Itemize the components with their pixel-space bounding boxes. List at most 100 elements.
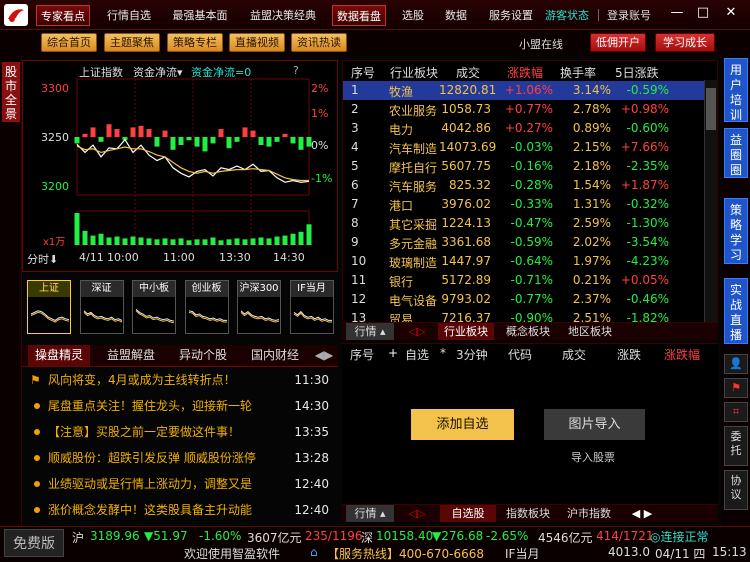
table-row[interactable]: 8 其它采掘 1224.13 -0.47% 2.59% -1.30% xyxy=(343,214,705,233)
market-overview-tab[interactable]: 股市全景 xyxy=(2,62,20,122)
entrust-button[interactable]: 委托 xyxy=(724,426,748,466)
table-row[interactable]: 11 银行 5172.89 -0.71% 0.21% +0.05% xyxy=(343,271,705,290)
col-sector[interactable]: 行业板块 xyxy=(390,64,438,81)
row-change: -0.77% xyxy=(510,292,553,306)
league-online[interactable]: 小盟在线 xyxy=(519,36,563,52)
col-5day[interactable]: 5日涨跌 xyxy=(615,64,659,81)
menu-stock-picker[interactable]: 选股 xyxy=(394,5,432,26)
home-icon[interactable]: ⌂ xyxy=(310,545,318,559)
price-chart-svg xyxy=(74,78,312,246)
connection-status[interactable]: ◎连接正常 xyxy=(650,528,709,545)
news-item[interactable]: 尾盘重点关注！握住龙头，迎接新一轮 14:30 xyxy=(30,393,335,419)
col-turnover[interactable]: 换手率 xyxy=(560,64,596,81)
table-row[interactable]: 5 摩托自行 5607.75 -0.16% 2.18% -2.35% xyxy=(343,157,705,176)
free-version-badge[interactable]: 免费版 xyxy=(4,529,64,557)
tab-quotes[interactable]: 行情 ▴ xyxy=(346,323,394,340)
close-icon[interactable]: ✕ xyxy=(720,4,742,23)
table-row[interactable]: 1 牧渔 12820.81 +1.06% 3.14% -0.59% xyxy=(343,81,705,100)
news-item[interactable]: 【注意】买股之前一定要做这件事！ 13:35 xyxy=(30,419,335,445)
learn-grow-button[interactable]: 学习成长 xyxy=(655,33,715,52)
thumb-index[interactable]: 深证 xyxy=(79,280,124,334)
watch-tab-my-stocks[interactable]: 自选股 xyxy=(440,505,496,522)
watch-col-no[interactable]: 序号 xyxy=(350,346,374,363)
toolbar-strategy[interactable]: 策略专栏 xyxy=(167,33,223,52)
tab-market-review[interactable]: 益盟解盘 xyxy=(100,345,162,366)
watch-scroll-arrows[interactable]: ◀ ▶ xyxy=(622,505,662,522)
news-item[interactable]: 顺威股份：超跌引发反弹 顺威股份涨停 13:28 xyxy=(30,445,335,471)
watch-tab-sh-index[interactable]: 沪市指数 xyxy=(562,505,616,522)
tab-trading-genie[interactable]: 操盘精灵 xyxy=(28,345,90,366)
col-volume[interactable]: 成交 xyxy=(456,64,480,81)
table-row[interactable]: 7 港口 3976.02 -0.33% 1.31% -0.32% xyxy=(343,195,705,214)
watch-col-3min[interactable]: 3分钟 xyxy=(456,346,488,363)
thumb-index[interactable]: 创业板 xyxy=(184,280,229,334)
table-row[interactable]: 6 汽车服务 825.32 -0.28% 1.54% +1.87% xyxy=(343,176,705,195)
login-link[interactable]: 登录账号 xyxy=(604,5,654,26)
row-sector: 电力 xyxy=(389,123,414,137)
period-selector[interactable]: 分时⬇ xyxy=(27,251,58,267)
col-no[interactable]: 序号 xyxy=(351,64,375,81)
table-row[interactable]: 9 多元金融 3361.68 -0.59% 2.02% -3.54% xyxy=(343,233,705,252)
tab-user-training[interactable]: 用户培训 xyxy=(724,58,748,122)
open-account-button[interactable]: 低佣开户 xyxy=(590,33,646,52)
tab-concept[interactable]: 概念板块 xyxy=(500,323,556,340)
tab-scroll-arrows[interactable]: ◀▶ xyxy=(312,345,336,366)
watch-col-change-pct[interactable]: 涨跌幅 xyxy=(664,346,700,363)
minimize-icon[interactable]: — xyxy=(666,4,688,23)
menu-fundamentals[interactable]: 最强基本面 xyxy=(166,5,234,26)
tab-region[interactable]: 地区板块 xyxy=(562,323,618,340)
nav-arrows[interactable]: ◁▷ xyxy=(398,323,436,340)
watch-tab-index[interactable]: 指数板块 xyxy=(499,505,557,522)
watch-col-volume[interactable]: 成交 xyxy=(562,346,586,363)
image-import-button[interactable]: 图片导入 xyxy=(544,409,645,440)
watch-col-self[interactable]: 自选 xyxy=(405,346,429,363)
menu-decision-classic[interactable]: 益盟决策经典 xyxy=(242,5,324,26)
tab-yiquan[interactable]: 益圈圈 xyxy=(724,128,748,178)
table-row[interactable]: 2 农业服务 1058.73 +0.77% 2.78% +0.98% xyxy=(343,100,705,119)
crop-icon[interactable]: ⌗ xyxy=(724,402,748,422)
tab-strategy-learn[interactable]: 策略学习 xyxy=(724,198,748,264)
toolbar-themes[interactable]: 主题聚焦 xyxy=(104,33,160,52)
watch-nav-arrows[interactable]: ◁▷ xyxy=(398,505,436,522)
toolbar-home[interactable]: 综合首页 xyxy=(41,33,97,52)
guest-status[interactable]: 游客状态 xyxy=(542,5,592,26)
tab-active-stocks[interactable]: 异动个股 xyxy=(172,345,234,366)
news-item[interactable]: ⚑ 风向将变，4月或成为主线转折点！ 11:30 xyxy=(30,367,335,393)
maximize-icon[interactable]: □ xyxy=(692,4,714,23)
menu-expert-view[interactable]: 专家看点 xyxy=(36,5,90,26)
table-row[interactable]: 3 电力 4042.86 +0.27% 0.89% -0.60% xyxy=(343,119,705,138)
menu-quotes[interactable]: 行情自选 xyxy=(100,5,158,26)
news-item[interactable]: 涨价概念发酵中！这类股具备主升动能 12:40 xyxy=(30,497,335,523)
person-icon[interactable]: 👤 xyxy=(724,354,748,374)
col-change-pct[interactable]: 涨跌幅 xyxy=(507,64,543,81)
import-stock-link[interactable]: 导入股票 xyxy=(571,449,615,465)
add-watch-button[interactable]: 添加自选 xyxy=(411,409,514,440)
watch-col-code[interactable]: 代码 xyxy=(508,346,532,363)
tab-domestic-finance[interactable]: 国内财经 xyxy=(244,345,306,366)
thumb-index[interactable]: 中小板 xyxy=(132,280,176,334)
menu-data[interactable]: 数据 xyxy=(438,5,474,26)
agreement-button[interactable]: 协议 xyxy=(724,470,748,510)
news-title: 涨价概念发酵中！这类股具备主升动能 xyxy=(48,503,253,517)
watch-tab-quotes[interactable]: 行情 ▴ xyxy=(346,505,394,522)
news-item[interactable]: 业绩驱动或是行情上涨动力，调整又是 12:40 xyxy=(30,471,335,497)
flag-icon[interactable]: ⚑ xyxy=(724,378,748,398)
thumb-sparkline xyxy=(83,310,122,323)
plus-icon[interactable]: + xyxy=(388,346,398,360)
intraday-chart-panel[interactable]: 上证指数 资金净流▾ 资金净流=0 ? 3300 3250 3200 2% 1%… xyxy=(22,60,338,272)
thumb-index[interactable]: IF当月 xyxy=(289,280,334,334)
table-row[interactable]: 12 电气设备 9793.02 -0.77% 2.37% -0.46% xyxy=(343,290,705,309)
thumb-index[interactable]: 沪深300 xyxy=(237,280,281,334)
tab-live-trading[interactable]: 实战直播 xyxy=(724,278,748,344)
toolbar-live-video[interactable]: 直播视频 xyxy=(229,33,285,52)
thumb-index[interactable]: 上证 xyxy=(27,280,71,334)
tab-industry[interactable]: 行业板块 xyxy=(438,323,494,340)
table-scroll-thumb[interactable] xyxy=(706,88,716,130)
table-row[interactable]: 10 玻璃制造 1447.97 -0.64% 1.97% -4.23% xyxy=(343,252,705,271)
table-row[interactable]: 4 汽车制造 14073.69 -0.03% 2.15% +7.66% xyxy=(343,138,705,157)
menu-settings[interactable]: 服务设置 xyxy=(484,5,538,26)
row-change: +0.77% xyxy=(504,102,553,116)
toolbar-news[interactable]: 资讯热读 xyxy=(291,33,347,52)
watch-col-change[interactable]: 涨跌 xyxy=(617,346,641,363)
menu-data-board[interactable]: 数据看盘 xyxy=(332,5,386,26)
